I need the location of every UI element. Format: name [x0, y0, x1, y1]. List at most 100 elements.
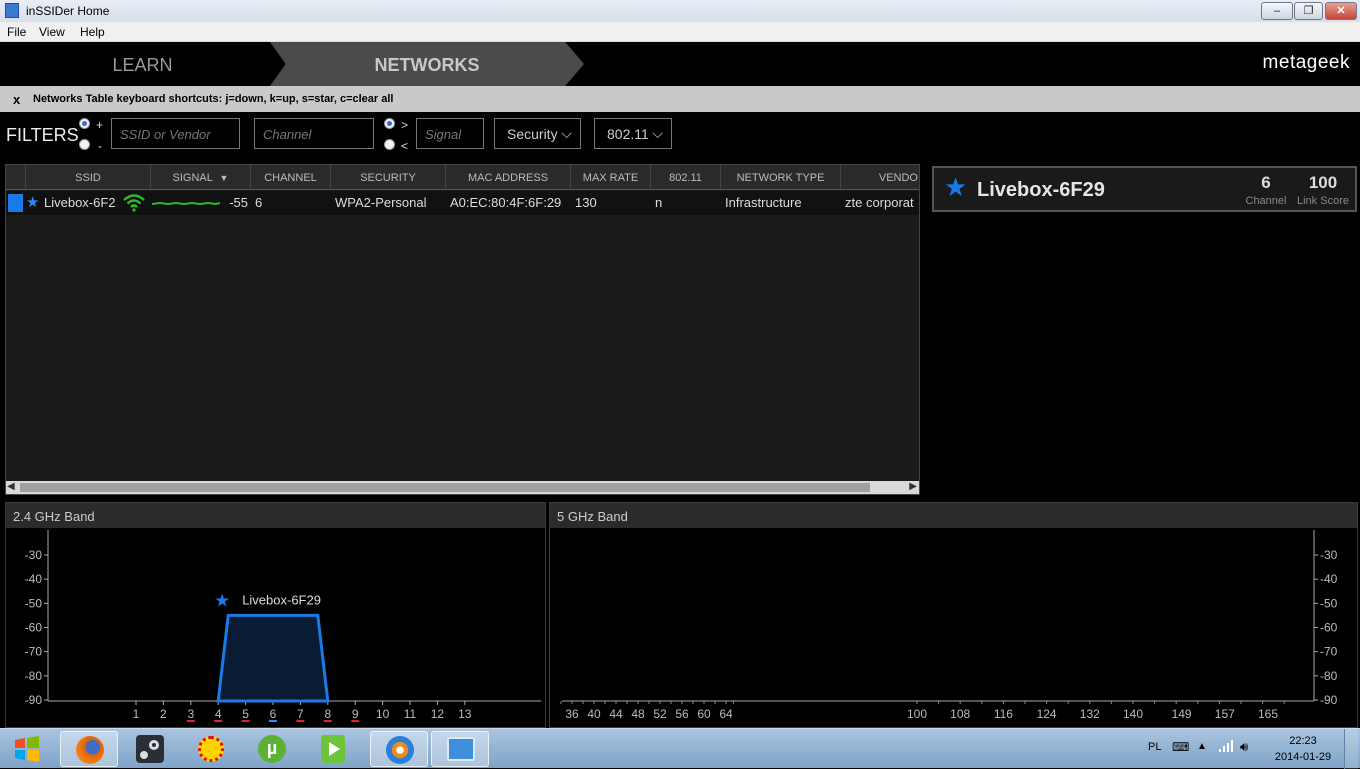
taskbar-sun-app[interactable]	[182, 731, 240, 767]
y-tick-label: -70	[25, 645, 43, 659]
band-5-chart: -30 -40 -50 -60 -70 -80 -90 36 40 44 48 52 56 60 64 100…	[560, 530, 1338, 721]
y-tick-label: -60	[1320, 621, 1338, 635]
close-button[interactable]: ✕	[1325, 2, 1357, 20]
include-radio[interactable]	[79, 118, 90, 129]
networks-table: SSID SIGNAL ▼ CHANNEL SECURITY MAC ADDRE…	[5, 164, 920, 495]
signal-greater-radio[interactable]	[384, 118, 395, 129]
y-tick-label: -40	[25, 572, 43, 586]
x-tick-label: 7	[297, 707, 304, 721]
channel-filter-input[interactable]: Channel	[254, 118, 374, 149]
system-tray: PL ⌨ ▲ 🔊︎ 22:23 2014-01-29	[1130, 729, 1360, 769]
column-signal[interactable]: SIGNAL ▼	[151, 165, 251, 190]
x-tick-label: 11	[404, 707, 417, 721]
taskbar-firefox[interactable]	[60, 731, 118, 767]
minimize-button[interactable]: –	[1261, 2, 1293, 20]
column-network-type[interactable]: NETWORK TYPE	[721, 165, 841, 190]
utorrent-icon: µ	[258, 735, 286, 763]
signal-filter-input[interactable]: Signal	[416, 118, 484, 149]
x-tick-label: 56	[675, 707, 689, 721]
show-desktop-button[interactable]	[1344, 729, 1358, 769]
sort-down-icon: ▼	[219, 173, 229, 183]
start-button[interactable]	[12, 735, 42, 763]
signal-less-radio[interactable]	[384, 139, 395, 150]
taskbar-utorrent[interactable]: µ	[243, 731, 301, 767]
title-bar: inSSIDer Home – ❐ ✕	[0, 0, 1360, 22]
security-dropdown-label: Security	[507, 126, 558, 142]
x-tick-label: 100	[907, 707, 927, 721]
band-24-title: 2.4 GHz Band	[6, 503, 545, 528]
cell-max-rate: 130	[575, 195, 597, 210]
x-tick-label: 52	[653, 707, 667, 721]
ssid-filter-input[interactable]: SSID or Vendor	[111, 118, 240, 149]
x-tick-label: 48	[631, 707, 645, 721]
security-dropdown[interactable]: Security ⌵	[494, 118, 581, 149]
volume-icon[interactable]: 🔊︎	[1240, 739, 1248, 755]
clock-time[interactable]: 22:23	[1278, 735, 1328, 747]
menu-file[interactable]: File	[7, 25, 26, 39]
close-shortcuts-button[interactable]: x	[13, 92, 20, 107]
y-tick-label: -40	[1320, 572, 1338, 586]
taskbar-video-player[interactable]	[304, 731, 362, 767]
cell-vendor: zte corporat	[845, 195, 914, 210]
column-vendor[interactable]: VENDO	[841, 165, 919, 190]
taskbar-inssider[interactable]	[370, 731, 428, 767]
y-tick-label: -30	[25, 548, 43, 562]
keyboard-icon[interactable]: ⌨	[1172, 740, 1189, 754]
language-indicator[interactable]: PL	[1148, 741, 1161, 753]
maximize-button[interactable]: ❐	[1294, 2, 1323, 20]
table-row[interactable]: ★ Livebox-6F2 -55 6 WPA2-Personal A0:EC:…	[6, 191, 919, 217]
exclude-label: -	[98, 139, 102, 153]
scrollbar-thumb[interactable]	[20, 483, 870, 492]
column-channel[interactable]: CHANNEL	[251, 165, 331, 190]
star-icon[interactable]: ★	[944, 174, 967, 200]
shortcuts-text: Networks Table keyboard shortcuts: j=dow…	[33, 93, 394, 105]
tray-expand-icon[interactable]: ▲	[1197, 741, 1207, 752]
y-tick-label: -30	[1320, 548, 1338, 562]
taskbar: µ PL ⌨ ▲ 🔊︎ 22:23 2014-01-29	[0, 728, 1360, 769]
x-tick-label: 12	[431, 707, 445, 721]
star-icon: ★	[214, 590, 230, 611]
menu-help[interactable]: Help	[80, 25, 105, 39]
scroll-right-icon[interactable]: ▶	[909, 481, 917, 492]
y-tick-label: -80	[1320, 669, 1338, 683]
window-title: inSSIDer Home	[26, 4, 110, 18]
detail-channel-label: Channel	[1245, 195, 1287, 207]
detail-link-score-value: 100	[1308, 173, 1338, 192]
tab-learn[interactable]: LEARN	[0, 42, 285, 86]
column-select	[6, 165, 26, 190]
menu-view[interactable]: View	[39, 25, 65, 39]
x-tick-label: 149	[1172, 707, 1192, 721]
x-tick-label: 124	[1037, 707, 1057, 721]
x-tick-label: 9	[352, 707, 359, 721]
row-color-marker	[8, 194, 23, 212]
tab-networks[interactable]: NETWORKS	[270, 42, 584, 86]
clock-date[interactable]: 2014-01-29	[1271, 751, 1335, 763]
chevron-down-icon: ⌵	[652, 125, 663, 141]
cell-ssid: Livebox-6F2	[44, 195, 116, 210]
taskbar-control-panel[interactable]	[431, 731, 489, 767]
x-tick-label: 6	[270, 707, 277, 721]
column-security[interactable]: SECURITY	[331, 165, 446, 190]
app-icon	[5, 3, 19, 18]
column-standard[interactable]: 802.11	[651, 165, 721, 190]
column-signal-label: SIGNAL	[172, 172, 213, 184]
detail-ssid: Livebox-6F29	[977, 179, 1105, 201]
cell-mac: A0:EC:80:4F:6F:29	[450, 195, 562, 210]
star-icon[interactable]: ★	[26, 193, 39, 211]
x-tick-label: 2	[160, 707, 167, 721]
column-max-rate[interactable]: MAX RATE	[571, 165, 651, 190]
network-detail-card[interactable]: ★ Livebox-6F29 6 Channel 100 Link Score	[932, 166, 1357, 212]
scroll-left-icon[interactable]: ◀	[7, 481, 15, 492]
chevron-down-icon: ⌵	[561, 125, 572, 141]
network-icon[interactable]	[1218, 739, 1234, 756]
horizontal-scrollbar[interactable]: ◀ ▶	[6, 481, 919, 494]
column-ssid[interactable]: SSID	[26, 165, 151, 190]
wifi-icon	[122, 192, 146, 217]
metageek-logo: metageek	[1262, 52, 1350, 73]
taskbar-steam[interactable]	[121, 731, 179, 767]
include-label: +	[96, 118, 104, 132]
exclude-radio[interactable]	[79, 139, 90, 150]
cell-security: WPA2-Personal	[335, 195, 427, 210]
standard-dropdown[interactable]: 802.11 ⌵	[594, 118, 672, 149]
column-mac[interactable]: MAC ADDRESS	[446, 165, 571, 190]
